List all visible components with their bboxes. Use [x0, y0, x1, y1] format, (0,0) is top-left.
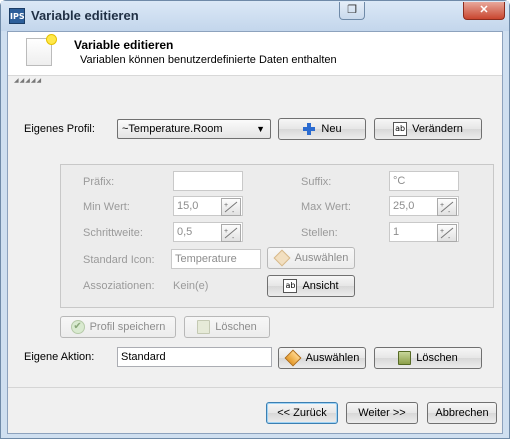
- sun-icon: [46, 34, 57, 45]
- svg-text:-: -: [448, 235, 451, 241]
- cancel-button[interactable]: Abbrechen: [427, 402, 497, 424]
- digits-field[interactable]: 1 + -: [389, 222, 459, 242]
- trash-icon: [398, 351, 412, 365]
- action-select-label: Auswählen: [305, 352, 360, 364]
- profile-new-label: Neu: [321, 123, 342, 135]
- edit-ab-icon: ab: [283, 279, 298, 293]
- back-button[interactable]: << Zurück: [266, 402, 338, 424]
- window-title: Variable editieren: [31, 8, 139, 23]
- svg-text:-: -: [448, 209, 451, 215]
- prefix-label: Präfix:: [83, 176, 115, 188]
- prefix-field[interactable]: [173, 171, 243, 191]
- edit-ab-icon: ab: [393, 122, 408, 136]
- checkmark-icon: ✔: [70, 320, 85, 334]
- action-delete-label: Löschen: [416, 352, 458, 364]
- suffix-label: Suffix:: [301, 176, 332, 188]
- action-select-button[interactable]: Auswählen: [278, 347, 366, 369]
- svg-text:+: +: [224, 202, 228, 209]
- action-field[interactable]: Standard: [117, 347, 272, 367]
- dialog-window: IPS Variable editieren ❐ ✕ Variable edit…: [0, 0, 510, 439]
- suffix-field[interactable]: °C: [389, 171, 459, 191]
- assoc-value: Kein(e): [173, 280, 209, 292]
- plus-icon: [302, 122, 316, 136]
- min-value: 15,0: [177, 200, 199, 212]
- action-delete-button[interactable]: Löschen: [374, 347, 482, 369]
- svg-text:+: +: [224, 228, 228, 235]
- profile-save-button[interactable]: ✔ Profil speichern: [60, 316, 176, 338]
- digits-label: Stellen:: [301, 227, 338, 239]
- profile-details-group: Präfix: Suffix: °C Min Wert: 15,0 + - Max…: [60, 164, 494, 308]
- title-bar[interactable]: IPS Variable editieren ❐ ✕: [1, 1, 509, 31]
- profile-change-label: Verändern: [412, 123, 463, 135]
- icon-label: Standard Icon:: [83, 254, 155, 266]
- grip-icon: ◢◢◢◢◢: [14, 78, 43, 84]
- view-label: Ansicht: [302, 280, 339, 292]
- wizard-header: Variable editieren Variablen können benu…: [8, 32, 502, 76]
- diamond-icon: [273, 249, 291, 267]
- spin-icon[interactable]: + -: [221, 224, 241, 242]
- restore-button[interactable]: ❐: [339, 2, 365, 20]
- step-label: Schrittweite:: [83, 227, 143, 239]
- min-field[interactable]: 15,0 + -: [173, 196, 243, 216]
- trash-icon: [197, 320, 211, 334]
- dialog-client: Variable editieren Variablen können benu…: [7, 31, 503, 434]
- min-label: Min Wert:: [83, 201, 130, 213]
- step-value: 0,5: [177, 226, 193, 238]
- svg-text:-: -: [232, 209, 235, 215]
- icon-select-label: Auswählen: [294, 252, 349, 264]
- profile-new-button[interactable]: Neu: [278, 118, 366, 140]
- step-field[interactable]: 0,5 + -: [173, 222, 243, 242]
- profile-label: Eigenes Profil:: [24, 123, 95, 135]
- profile-save-label: Profil speichern: [89, 321, 166, 333]
- svg-text:+: +: [440, 202, 444, 209]
- profile-change-button[interactable]: ab Verändern: [374, 118, 482, 140]
- max-field[interactable]: 25,0 + -: [389, 196, 459, 216]
- svg-text:-: -: [232, 235, 235, 241]
- assoc-label: Assoziationen:: [83, 280, 155, 292]
- spin-icon[interactable]: + -: [221, 198, 241, 216]
- header-subtitle: Variablen können benutzerdefinierte Date…: [80, 54, 337, 66]
- profile-delete-label: Löschen: [215, 321, 257, 333]
- view-button[interactable]: ab Ansicht: [267, 275, 355, 297]
- spin-icon[interactable]: + -: [437, 224, 457, 242]
- profile-select-value: ~Temperature.Room: [122, 123, 223, 135]
- app-icon: IPS: [9, 8, 25, 24]
- next-button[interactable]: Weiter >>: [346, 402, 418, 424]
- header-title: Variable editieren: [74, 38, 174, 52]
- page-icon: [26, 34, 57, 66]
- profile-delete-button[interactable]: Löschen: [184, 316, 270, 338]
- footer-divider: [8, 387, 502, 388]
- profile-select[interactable]: ~Temperature.Room ▼: [117, 119, 271, 139]
- icon-field[interactable]: Temperature: [171, 249, 261, 269]
- spin-icon[interactable]: + -: [437, 198, 457, 216]
- digits-value: 1: [393, 226, 400, 238]
- action-label: Eigene Aktion:: [24, 351, 95, 363]
- close-button[interactable]: ✕: [463, 2, 505, 20]
- diamond-icon: [284, 349, 302, 367]
- icon-select-button[interactable]: Auswählen: [267, 247, 355, 269]
- svg-text:+: +: [440, 228, 444, 235]
- max-value: 25,0: [393, 200, 415, 212]
- chevron-down-icon[interactable]: ▼: [256, 120, 265, 138]
- max-label: Max Wert:: [301, 201, 351, 213]
